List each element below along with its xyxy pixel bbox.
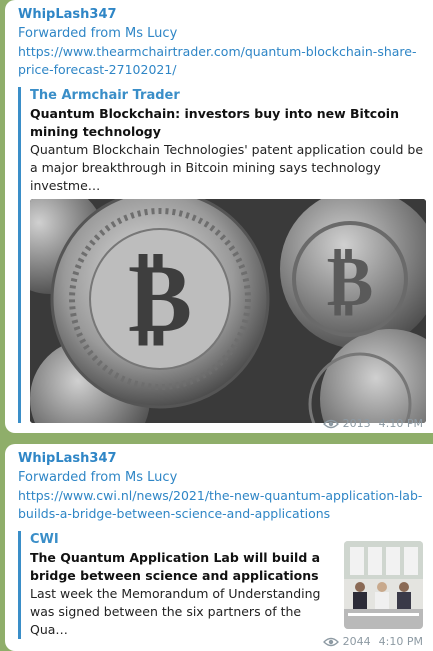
forwarded-from[interactable]: Forwarded from Ms Lucy <box>18 24 423 43</box>
message-meta: 2013 4:10 PM <box>322 417 423 430</box>
preview-site-name: CWI <box>30 532 59 547</box>
link-preview[interactable]: CWI The Quantum Application Lab will bui… <box>18 531 423 639</box>
message-time: 4:10 PM <box>378 635 423 648</box>
message-meta: 2044 4:10 PM <box>322 635 423 648</box>
message-link[interactable]: https://www.thearmchairtrader.com/quantu… <box>18 43 423 79</box>
preview-description: Quantum Blockchain Technologies' patent … <box>30 142 424 193</box>
link-preview[interactable]: The Armchair Trader Quantum Blockchain: … <box>18 87 426 423</box>
view-count: 2044 <box>342 635 371 648</box>
preview-description: Last week the Memorandum of Understandin… <box>30 586 321 637</box>
view-count: 2013 <box>342 417 371 430</box>
preview-image[interactable]: ₿ ₿ <box>30 199 426 423</box>
svg-text:₿: ₿ <box>128 242 192 354</box>
preview-thumbnail[interactable] <box>344 541 423 629</box>
preview-site-name: The Armchair Trader <box>30 88 180 103</box>
eye-icon <box>322 637 339 647</box>
sender-name[interactable]: WhipLash347 <box>18 5 423 24</box>
message-time: 4:10 PM <box>378 417 423 430</box>
forwarded-from[interactable]: Forwarded from Ms Lucy <box>18 468 423 487</box>
preview-title: Quantum Blockchain: investors buy into n… <box>30 106 399 139</box>
preview-title: The Quantum Application Lab will build a… <box>30 550 321 583</box>
message-bubble[interactable]: WhipLash347 Forwarded from Ms Lucy https… <box>5 444 433 651</box>
message-bubble[interactable]: WhipLash347 Forwarded from Ms Lucy https… <box>5 0 433 433</box>
eye-icon <box>322 419 339 429</box>
message-link[interactable]: https://www.cwi.nl/news/2021/the-new-qua… <box>18 487 423 523</box>
sender-name[interactable]: WhipLash347 <box>18 449 423 468</box>
svg-text:₿: ₿ <box>327 240 374 322</box>
